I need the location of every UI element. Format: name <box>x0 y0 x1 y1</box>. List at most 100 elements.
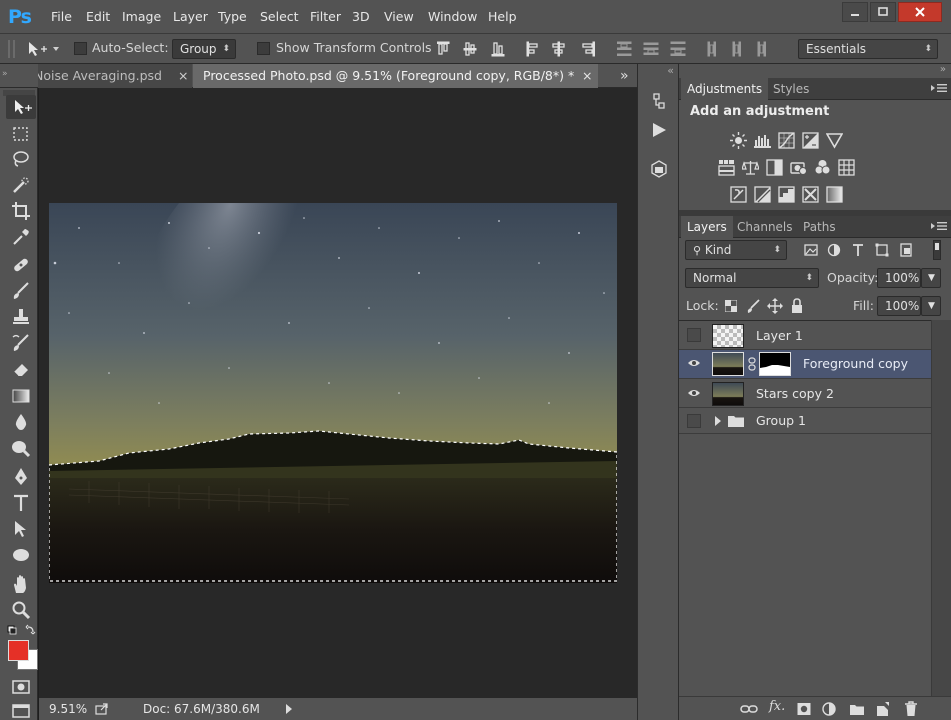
invert-icon[interactable] <box>730 186 747 203</box>
tab-close-icon[interactable]: × <box>582 64 592 88</box>
menu-filter[interactable]: Filter <box>310 0 341 34</box>
export-icon[interactable] <box>95 702 109 716</box>
path-selection-tool-icon[interactable] <box>10 518 32 540</box>
blend-mode-dropdown[interactable]: Normal ⬍ <box>685 268 819 288</box>
minimize-button[interactable] <box>842 2 868 22</box>
quick-selection-tool-icon[interactable] <box>10 174 32 196</box>
channel-mixer-icon[interactable] <box>814 159 831 176</box>
close-button[interactable] <box>898 2 942 22</box>
menu-image[interactable]: Image <box>122 0 161 34</box>
document-image[interactable] <box>49 203 617 583</box>
menu-edit[interactable]: Edit <box>86 0 110 34</box>
menu-type[interactable]: Type <box>218 0 247 34</box>
photo-filter-icon[interactable] <box>790 159 807 176</box>
panel-collapse-icon[interactable]: » <box>679 64 951 78</box>
link-layers-icon[interactable] <box>740 702 758 716</box>
new-adjustment-layer-icon[interactable] <box>822 702 836 716</box>
mask-link-icon[interactable] <box>748 357 756 371</box>
posterize-icon[interactable] <box>754 186 771 203</box>
filter-adjustment-icon[interactable] <box>827 243 841 257</box>
color-balance-icon[interactable] <box>742 159 759 176</box>
lock-transparency-icon[interactable] <box>725 300 737 312</box>
zoom-level[interactable]: 9.51% <box>49 698 87 720</box>
visibility-toggle-empty[interactable] <box>687 328 701 342</box>
color-lookup-icon[interactable] <box>838 159 855 176</box>
align-right-edges-icon[interactable] <box>580 41 596 57</box>
clone-stamp-tool-icon[interactable] <box>10 306 32 328</box>
filter-shape-icon[interactable] <box>875 243 889 257</box>
move-tool-preset-icon[interactable] <box>26 39 60 59</box>
gradient-tool-icon[interactable] <box>10 385 32 407</box>
layer-row-foreground-copy[interactable]: Foreground copy <box>679 350 931 379</box>
3d-panel-icon[interactable] <box>650 160 668 178</box>
lock-all-icon[interactable] <box>790 298 804 314</box>
lock-pixels-brush-icon[interactable] <box>745 298 761 314</box>
layer-row-group-1[interactable]: Group 1 <box>679 408 931 434</box>
gradient-map-icon[interactable] <box>826 186 843 203</box>
curves-icon[interactable] <box>778 132 795 149</box>
move-tool-icon[interactable] <box>12 97 34 119</box>
fill-input[interactable]: 100% <box>877 296 921 316</box>
tab-close-icon[interactable]: × <box>178 64 188 88</box>
foreground-color-swatch[interactable] <box>8 640 29 661</box>
filter-smart-object-icon[interactable] <box>899 243 913 257</box>
layer-filter-dropdown[interactable]: ⚲ Kind ⬍ <box>685 240 787 260</box>
zoom-tool-icon[interactable] <box>10 599 32 621</box>
eye-icon[interactable] <box>687 386 701 400</box>
hand-tool-icon[interactable] <box>10 573 32 595</box>
new-layer-icon[interactable] <box>876 701 890 717</box>
tab-noise-averaging[interactable]: Noise Averaging.psd × <box>38 64 192 88</box>
healing-brush-tool-icon[interactable] <box>10 254 32 276</box>
layer-mask-thumbnail[interactable] <box>759 352 791 376</box>
actions-play-icon[interactable] <box>650 121 668 139</box>
auto-select-dropdown[interactable]: Group ⬍ <box>172 39 236 59</box>
eraser-tool-icon[interactable] <box>10 358 32 380</box>
black-white-icon[interactable] <box>766 159 783 176</box>
panel-collapse-arrows-icon[interactable]: » <box>0 64 10 88</box>
auto-select-checkbox[interactable] <box>74 42 87 55</box>
filter-toggle[interactable] <box>933 240 941 260</box>
tab-processed-photo[interactable]: Processed Photo.psd @ 9.51% (Foreground … <box>193 64 598 88</box>
lasso-tool-icon[interactable] <box>10 148 32 170</box>
eyedropper-tool-icon[interactable] <box>10 226 32 248</box>
layers-scrollbar[interactable] <box>931 320 951 696</box>
hue-saturation-icon[interactable] <box>718 159 735 176</box>
panel-menu-icon[interactable] <box>931 221 947 231</box>
levels-icon[interactable] <box>754 132 771 149</box>
filter-type-icon[interactable] <box>851 243 865 257</box>
layer-row-layer-1[interactable]: Layer 1 <box>679 322 931 350</box>
dodge-tool-icon[interactable] <box>10 437 32 459</box>
menu-window[interactable]: Window <box>428 0 477 34</box>
dock-collapse-icon[interactable]: « <box>638 64 678 84</box>
history-panel-icon[interactable] <box>650 92 668 110</box>
lock-position-icon[interactable] <box>767 298 783 314</box>
quick-mask-icon[interactable] <box>10 676 32 698</box>
pen-tool-icon[interactable] <box>10 466 32 488</box>
panel-menu-icon[interactable] <box>931 83 947 93</box>
expand-group-icon[interactable] <box>714 416 722 426</box>
tab-channels[interactable]: Channels <box>731 216 799 238</box>
menu-select[interactable]: Select <box>260 0 299 34</box>
tabs-overflow-icon[interactable]: » <box>620 64 636 88</box>
history-brush-tool-icon[interactable] <box>10 332 32 354</box>
threshold-icon[interactable] <box>778 186 795 203</box>
tab-styles[interactable]: Styles <box>767 78 815 100</box>
layer-row-stars-copy-2[interactable]: Stars copy 2 <box>679 380 931 408</box>
type-tool-icon[interactable] <box>10 492 32 514</box>
menu-help[interactable]: Help <box>488 0 517 34</box>
brush-tool-icon[interactable] <box>10 280 32 302</box>
workspace-dropdown[interactable]: Essentials ⬍ <box>798 39 938 59</box>
eye-icon[interactable] <box>687 356 701 370</box>
status-menu-arrow-icon[interactable] <box>285 704 293 714</box>
maximize-button[interactable] <box>870 2 896 22</box>
default-colors-swap-icons[interactable] <box>6 623 36 637</box>
brightness-contrast-icon[interactable] <box>730 132 747 149</box>
filter-pixel-icon[interactable] <box>804 243 818 257</box>
menu-file[interactable]: File <box>51 0 72 34</box>
marquee-tool-icon[interactable] <box>10 123 32 145</box>
vibrance-icon[interactable] <box>826 132 843 149</box>
menu-3d[interactable]: 3D <box>352 0 370 34</box>
crop-tool-icon[interactable] <box>10 200 32 222</box>
menu-layer[interactable]: Layer <box>173 0 208 34</box>
exposure-icon[interactable] <box>802 132 819 149</box>
